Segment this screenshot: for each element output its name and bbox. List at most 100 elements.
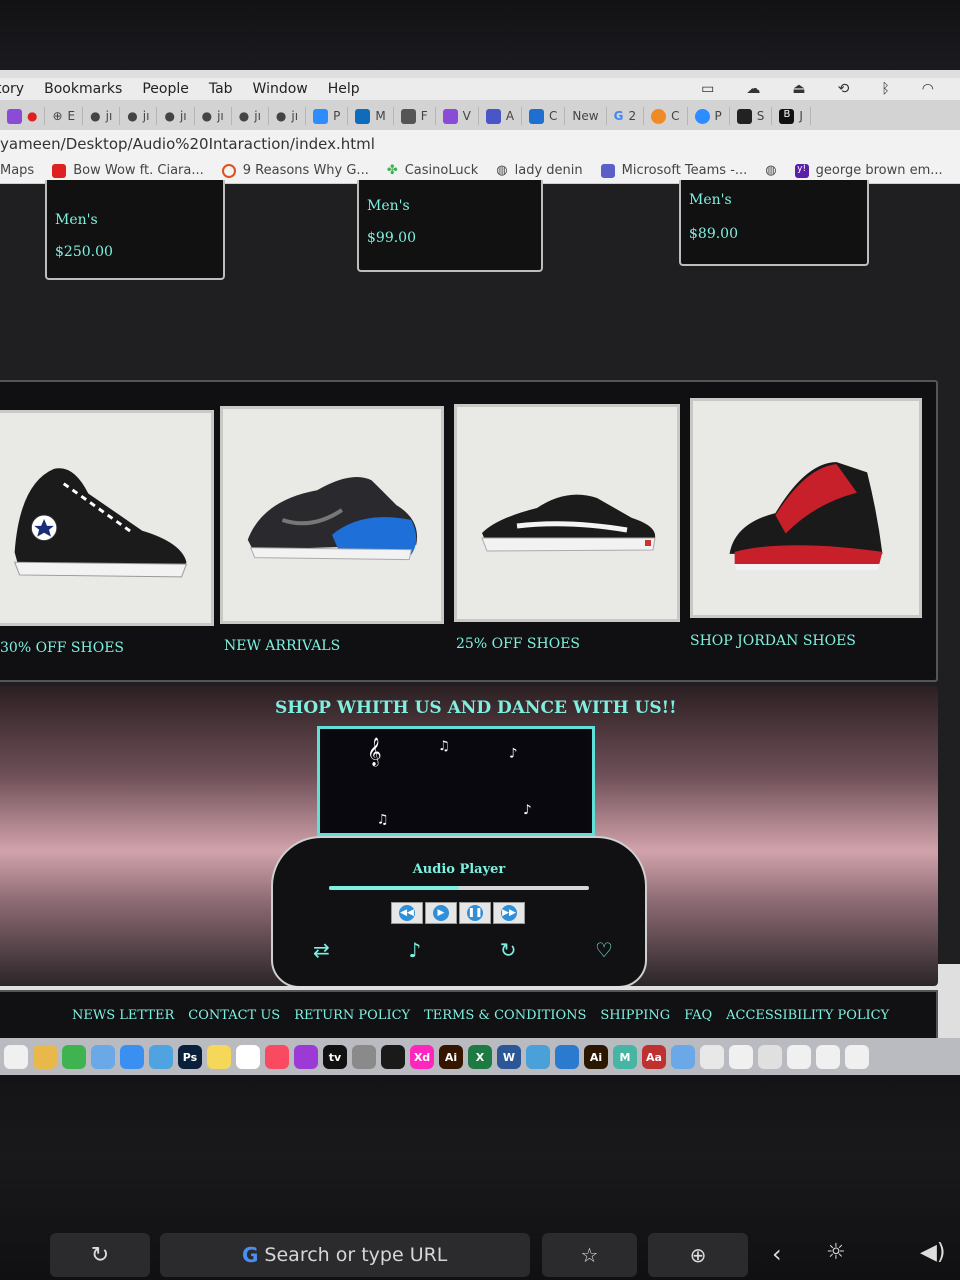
- dock-app-icon[interactable]: Aa: [642, 1045, 666, 1069]
- bookmark-item[interactable]: Microsoft Teams -...: [600, 163, 747, 178]
- dock-app-icon[interactable]: tv: [323, 1045, 347, 1069]
- tab-item[interactable]: ● jı: [157, 107, 195, 125]
- bookmark-item[interactable]: y! george brown em...: [794, 163, 943, 178]
- tab-item[interactable]: M: [348, 107, 394, 125]
- audio-progress-bar[interactable]: [329, 886, 589, 890]
- brightness-icon[interactable]: ☼: [826, 1240, 846, 1265]
- fast-forward-button[interactable]: ▶▶: [493, 902, 525, 924]
- product-card[interactable]: Men's $250.00: [45, 180, 225, 280]
- dock-app-icon[interactable]: [149, 1045, 173, 1069]
- bookmark-item[interactable]: ✤ CasinoLuck: [387, 163, 478, 178]
- wifi-icon[interactable]: ◠: [922, 81, 934, 97]
- menu-bookmarks[interactable]: Bookmarks: [44, 81, 122, 97]
- repeat-icon[interactable]: ⇄: [313, 938, 330, 962]
- footer-link-newsletter[interactable]: NEWS LETTER: [72, 1008, 174, 1023]
- dock-app-icon[interactable]: [787, 1045, 811, 1069]
- dock-app-icon[interactable]: X: [468, 1045, 492, 1069]
- tab-item[interactable]: C: [522, 107, 566, 125]
- reload-button[interactable]: ↻: [50, 1233, 150, 1277]
- play-button[interactable]: ▶: [425, 902, 457, 924]
- volume-icon[interactable]: ◀): [920, 1240, 946, 1265]
- tab-item[interactable]: ● jı: [83, 107, 121, 125]
- dock-app-icon[interactable]: [236, 1045, 260, 1069]
- bookmark-item[interactable]: ◍: [765, 163, 776, 178]
- time-machine-icon[interactable]: ⟲: [838, 81, 850, 97]
- footer-link-accessibility[interactable]: ACCESSIBILITY POLICY: [726, 1008, 889, 1023]
- tab-item[interactable]: ● jı: [120, 107, 158, 125]
- bookmark-item[interactable]: ◍ lady denin: [496, 163, 582, 178]
- footer-link-faq[interactable]: FAQ: [684, 1008, 712, 1023]
- dock-app-icon[interactable]: Ai: [584, 1045, 608, 1069]
- shoe-category-link[interactable]: NEW ARRIVALS: [224, 638, 340, 654]
- product-card[interactable]: Men's $99.00: [357, 180, 543, 272]
- tab-item[interactable]: P: [306, 107, 349, 125]
- chevron-left-icon[interactable]: ‹: [772, 1240, 782, 1268]
- menu-people[interactable]: People: [142, 81, 189, 97]
- display-icon[interactable]: ▭: [701, 81, 714, 97]
- product-card[interactable]: Men's $89.00: [679, 180, 869, 266]
- vans-sneaker-icon[interactable]: [454, 404, 680, 622]
- dock-app-icon[interactable]: [381, 1045, 405, 1069]
- bookmark-item[interactable]: 9 Reasons Why G...: [221, 163, 369, 178]
- new-tab-button[interactable]: ⊕: [648, 1233, 748, 1277]
- dock-app-icon[interactable]: [845, 1045, 869, 1069]
- bluetooth-icon[interactable]: ᛒ: [881, 81, 889, 97]
- dock-app-icon[interactable]: [265, 1045, 289, 1069]
- footer-link-contact[interactable]: CONTACT US: [188, 1008, 280, 1023]
- shoe-category-link[interactable]: 30% OFF SHOES: [0, 640, 124, 656]
- tab-item[interactable]: ⊕ E: [45, 107, 84, 125]
- bookmark-item[interactable]: Bow Wow ft. Ciara...: [52, 163, 204, 178]
- tab-item[interactable]: V: [436, 107, 479, 125]
- dock-app-icon[interactable]: [4, 1045, 28, 1069]
- dock-app-icon[interactable]: [758, 1045, 782, 1069]
- pause-button[interactable]: ❚❚: [459, 902, 491, 924]
- shoe-category-link[interactable]: 25% OFF SHOES: [456, 636, 580, 652]
- dock-app-icon[interactable]: [294, 1045, 318, 1069]
- bookmark-item[interactable]: Maps: [0, 163, 34, 178]
- rewind-button[interactable]: ◀◀: [391, 902, 423, 924]
- dock-app-icon[interactable]: [352, 1045, 376, 1069]
- tab-item[interactable]: New: [565, 107, 607, 125]
- tab-item[interactable]: G2: [607, 107, 645, 125]
- dock-app-icon[interactable]: Ai: [439, 1045, 463, 1069]
- tab-item[interactable]: S: [730, 107, 773, 125]
- heart-icon[interactable]: ♡: [595, 938, 613, 962]
- dock-app-icon[interactable]: [729, 1045, 753, 1069]
- airplay-icon[interactable]: ⏏: [792, 81, 805, 97]
- dock-app-icon[interactable]: [671, 1045, 695, 1069]
- menu-window[interactable]: Window: [253, 81, 308, 97]
- menu-help[interactable]: Help: [328, 81, 360, 97]
- dock-app-icon[interactable]: [555, 1045, 579, 1069]
- menu-tab[interactable]: Tab: [209, 81, 233, 97]
- dock-app-icon[interactable]: [62, 1045, 86, 1069]
- dock-app-icon[interactable]: [207, 1045, 231, 1069]
- dock-app-icon[interactable]: [120, 1045, 144, 1069]
- dock-app-icon[interactable]: [91, 1045, 115, 1069]
- footer-link-shipping[interactable]: SHIPPING: [600, 1008, 670, 1023]
- touchbar-search[interactable]: G Search or type URL: [160, 1233, 530, 1277]
- dock-app-icon[interactable]: [526, 1045, 550, 1069]
- tab-item[interactable]: ● jı: [269, 107, 307, 125]
- tab-item[interactable]: P: [688, 107, 730, 125]
- dock-app-icon[interactable]: [700, 1045, 724, 1069]
- creative-cloud-icon[interactable]: ☁: [746, 81, 760, 97]
- refresh-icon[interactable]: ↻: [500, 938, 517, 962]
- tab-item[interactable]: A: [479, 107, 523, 125]
- dock-app-icon[interactable]: W: [497, 1045, 521, 1069]
- tab-item[interactable]: ● jı: [195, 107, 232, 125]
- shoe-category-link[interactable]: SHOP JORDAN SHOES: [690, 633, 856, 649]
- address-bar[interactable]: yameen/Desktop/Audio%20Intaraction/index…: [0, 130, 960, 158]
- converse-sneaker-icon[interactable]: [0, 410, 214, 626]
- tab-item[interactable]: BJ: [772, 107, 811, 125]
- tab-item[interactable]: ●: [0, 107, 46, 125]
- tab-item[interactable]: F: [394, 107, 436, 125]
- footer-link-terms[interactable]: TERMS & CONDITIONS: [424, 1008, 586, 1023]
- bookmark-button[interactable]: ☆: [542, 1233, 637, 1277]
- tab-item[interactable]: C: [644, 107, 688, 125]
- menu-history[interactable]: tory: [0, 81, 24, 97]
- dock-app-icon[interactable]: M: [613, 1045, 637, 1069]
- tab-item[interactable]: ● jı: [232, 107, 269, 125]
- footer-link-return-policy[interactable]: RETURN POLICY: [294, 1008, 410, 1023]
- dock-app-icon[interactable]: [33, 1045, 57, 1069]
- music-note-icon[interactable]: ♪: [408, 938, 421, 962]
